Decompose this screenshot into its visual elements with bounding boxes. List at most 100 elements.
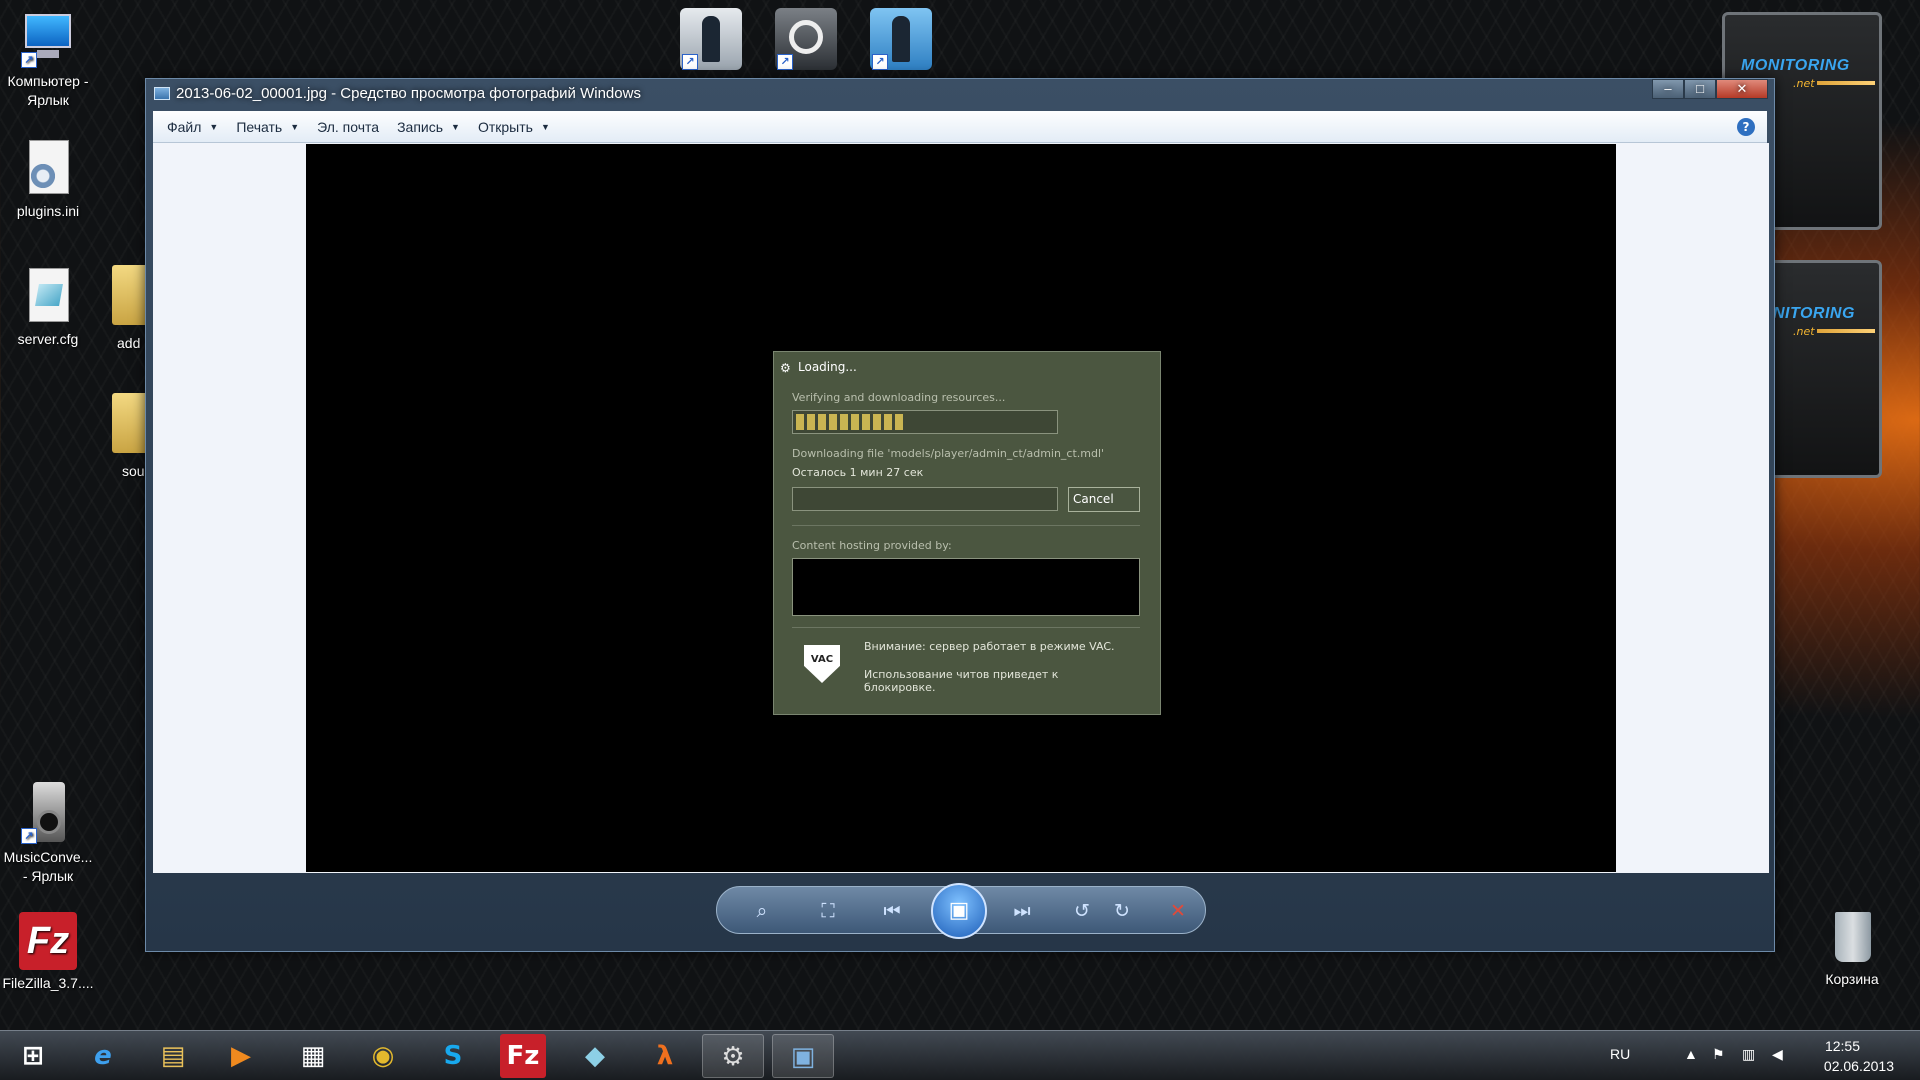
menu-open[interactable]: Открыть ▼ (478, 119, 550, 135)
desktop-icon-server-cfg[interactable]: server.cfg (0, 268, 96, 349)
image-canvas: ⚙ Loading... Verifying and downloading r… (153, 143, 1769, 873)
steam-icon: ⚙ (780, 361, 791, 375)
previous-icon[interactable]: ⏮ (879, 899, 905, 923)
close-button[interactable]: ✕ (1716, 79, 1768, 99)
steam-icon[interactable]: ⚙ (702, 1034, 764, 1078)
menu-file[interactable]: Файл ▼ (167, 119, 218, 135)
menu-label: Открыть (477, 118, 533, 135)
download-file-text: Downloading file 'models/player/admin_ct… (792, 447, 1105, 460)
hosting-label: Content hosting provided by: (792, 539, 952, 552)
zoom-icon[interactable]: ⌕ (749, 899, 775, 923)
window-titlebar[interactable]: 2013-06-02_00001.jpg - Средство просмотр… (146, 79, 1774, 109)
desktop-icon-musicconverter[interactable]: ↗ MusicConve... - Ярлык (0, 782, 96, 886)
desktop-icon-label: server.cfg (17, 331, 79, 347)
chevron-down-icon: ▼ (209, 121, 219, 132)
photo-viewer-window[interactable]: 2013-06-02_00001.jpg - Средство просмотр… (145, 78, 1775, 952)
language-indicator[interactable]: RU (1610, 1046, 1640, 1062)
skype-icon[interactable]: S (422, 1034, 484, 1078)
widget-sub: .net (1793, 325, 1815, 338)
desktop-icon-label: MusicConve... - Ярлык (3, 849, 93, 884)
speaker-icon: ↗ (19, 782, 77, 844)
notepad-icon[interactable]: ◆ (564, 1034, 626, 1078)
desktop-icon-label: FileZilla_3.7.... (2, 975, 94, 991)
show-hidden-icon[interactable]: ▲ (1684, 1046, 1698, 1062)
cfg-file-icon (19, 268, 77, 326)
progress-segment (840, 414, 848, 430)
viewer-controls: ⌕ ⛶ ⏮ ▣ ⏭ ↺ ↻ ✕ (716, 883, 1206, 939)
vac-shield-icon: VAC (804, 645, 840, 683)
progress-segment (895, 414, 903, 430)
fit-window-icon[interactable]: ⛶ (815, 899, 841, 923)
progress-bar (792, 410, 1058, 434)
menu-label: Эл. почта (317, 118, 380, 135)
desktop-icon-computer[interactable]: ↗ Компьютер - Ярлык (0, 10, 96, 110)
maximize-button[interactable]: □ (1684, 79, 1716, 99)
desktop-icon-label: Корзина (1825, 971, 1879, 987)
menu-burn[interactable]: Запись ▼ (397, 119, 460, 135)
counter-strike-icon[interactable]: ↗ (870, 8, 932, 70)
file-explorer-icon[interactable]: ▤ (142, 1034, 204, 1078)
volume-icon[interactable]: ◀ (1772, 1046, 1788, 1063)
calendar-icon[interactable]: ▦ (282, 1034, 344, 1078)
divider (792, 627, 1140, 628)
network-icon[interactable]: ▥ (1742, 1046, 1758, 1063)
clock-date[interactable]: 02.06.2013 (1814, 1058, 1894, 1074)
vac-note: Использование читов приведет к блокировк… (864, 668, 1059, 694)
filezilla-icon[interactable]: Fz (500, 1034, 546, 1078)
progress-segment (884, 414, 892, 430)
vac-warning: Внимание: сервер работает в режиме VAC. (864, 640, 1115, 653)
widget-logo: MONITORING (1741, 57, 1850, 74)
desktop-icon-filezilla[interactable]: Fz FileZilla_3.7.... (0, 912, 96, 993)
cancel-button[interactable]: Cancel (1068, 487, 1140, 512)
menu-label: Запись (397, 118, 444, 135)
desktop-icon-label: Компьютер - Ярлык (7, 73, 89, 108)
start-icon[interactable]: ⊞ (2, 1034, 64, 1078)
photo-viewer-icon (154, 87, 170, 100)
internet-explorer-icon[interactable]: e (72, 1034, 134, 1078)
delete-icon[interactable]: ✕ (1165, 899, 1191, 923)
steam-icon[interactable]: ↗ (775, 8, 837, 70)
menu-print[interactable]: Печать ▼ (236, 119, 299, 135)
desktop-icon-label: plugins.ini (16, 203, 80, 219)
displayed-photo: ⚙ Loading... Verifying and downloading r… (306, 144, 1616, 872)
flag-icon[interactable]: ⚑ (1712, 1046, 1728, 1063)
progress-segment (818, 414, 826, 430)
loading-dialog: ⚙ Loading... Verifying and downloading r… (773, 351, 1161, 715)
progress-segment (851, 414, 859, 430)
chevron-down-icon: ▼ (540, 121, 550, 132)
rotate-right-icon[interactable]: ↻ (1109, 899, 1135, 923)
remaining-time: Осталось 1 мин 27 сек (792, 466, 924, 479)
menu-email[interactable]: Эл. почта (317, 119, 379, 135)
chevron-down-icon: ▼ (451, 121, 460, 132)
hosting-banner (792, 558, 1140, 616)
window-title: 2013-06-02_00001.jpg - Средство просмотр… (176, 85, 641, 102)
progress-segment (829, 414, 837, 430)
chrome-icon[interactable]: ◉ (352, 1034, 414, 1078)
progress-segment (807, 414, 815, 430)
progress-segment (862, 414, 870, 430)
rotate-left-icon[interactable]: ↺ (1069, 899, 1095, 923)
computer-icon: ↗ (19, 10, 77, 68)
menu-label: Файл (167, 118, 202, 135)
dialog-title: Loading... (798, 360, 857, 374)
menu-bar: Файл ▼ Печать ▼ Эл. почта Запись ▼ Открыть ▼… (153, 111, 1767, 143)
filezilla-icon: Fz (19, 912, 77, 970)
desktop-icon-plugins-ini[interactable]: plugins.ini (0, 140, 96, 221)
minimize-button[interactable]: – (1652, 79, 1684, 99)
desktop-icon-label: add (117, 335, 141, 351)
clock-time[interactable]: 12:55 (1816, 1038, 1860, 1054)
media-player-icon[interactable]: ▶ (210, 1034, 272, 1078)
counter-strike-icon[interactable]: ↗ (680, 8, 742, 70)
desktop-icon-recycle-bin[interactable]: Корзина (1804, 908, 1900, 989)
status-text: Verifying and downloading resources... (792, 391, 1006, 404)
file-progress-bar (792, 487, 1058, 511)
settings-file-icon (19, 140, 77, 198)
photo-viewer-icon[interactable]: ▣ (772, 1034, 834, 1078)
help-icon[interactable]: ? (1737, 118, 1755, 136)
slideshow-icon[interactable]: ▣ (931, 883, 987, 939)
half-life-icon[interactable]: λ (634, 1034, 696, 1078)
progress-segment (873, 414, 881, 430)
widget-logo: NITORING (1773, 305, 1855, 322)
bullet-icon (1817, 329, 1875, 333)
next-icon[interactable]: ⏭ (1009, 899, 1035, 923)
